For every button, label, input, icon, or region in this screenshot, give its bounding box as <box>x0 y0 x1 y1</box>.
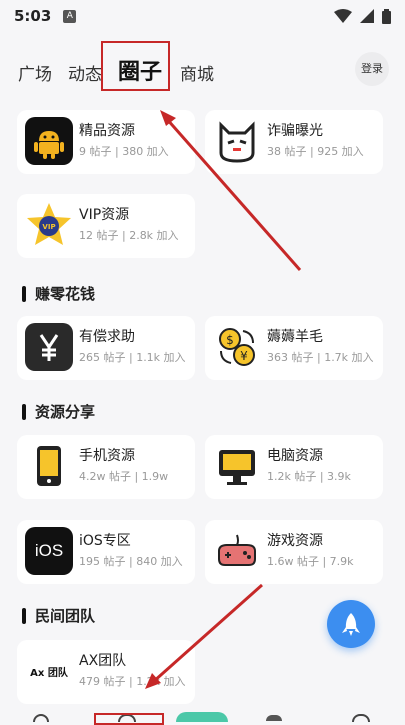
circle-card-freebies[interactable]: $ ¥ 薅薅羊毛 363 帖子 | 1.7k 加入 <box>205 316 383 380</box>
section-heading: 资源分享 <box>22 401 95 422</box>
battery-icon <box>382 8 391 24</box>
ios-icon: iOS <box>25 527 73 575</box>
circle-card-vip[interactable]: VIP VIP资源 12 帖子 | 2.8k 加入 <box>17 194 195 258</box>
ax-team-logo-text: Ax 团队 <box>30 667 68 679</box>
status-icons <box>334 8 391 24</box>
status-time: 5:03 <box>14 7 52 25</box>
circle-name: VIP资源 <box>79 207 130 223</box>
monitor-icon <box>213 442 261 490</box>
circle-stats: 4.2w 帖子 | 1.9w <box>79 470 169 483</box>
circle-card-ax-team[interactable]: Ax 团队 AX团队 479 帖子 | 1.2k 加入 <box>17 640 195 704</box>
section-accent-bar <box>22 607 26 624</box>
annotation-highlight-box-bottom <box>94 713 164 725</box>
circle-card-ios-zone[interactable]: iOS iOS专区 195 帖子 | 840 加入 <box>17 520 195 584</box>
top-tab-bar: 广场 动态 圈子 商城 登录 <box>0 42 405 98</box>
vip-star-icon: VIP <box>25 201 73 249</box>
circle-card-paid-help[interactable]: 有偿求助 265 帖子 | 1.1k 加入 <box>17 316 195 380</box>
circle-name: 电脑资源 <box>267 448 323 464</box>
circle-stats: 38 帖子 | 925 加入 <box>267 145 364 158</box>
notification-icon: A <box>63 9 77 23</box>
circle-name: 手机资源 <box>79 448 135 464</box>
circle-name: iOS专区 <box>79 533 131 549</box>
circle-name: 精品资源 <box>79 123 135 139</box>
circle-card-premium[interactable]: 精品资源 9 帖子 | 380 加入 <box>17 110 195 174</box>
svg-text:$: $ <box>226 333 234 347</box>
bottom-nav-center-button[interactable] <box>176 712 228 722</box>
circle-stats: 195 帖子 | 840 加入 <box>79 555 183 568</box>
bottom-nav-item[interactable] <box>266 715 282 721</box>
bottom-nav-item[interactable] <box>352 714 370 722</box>
currency-exchange-icon: $ ¥ <box>213 323 261 371</box>
signal-icon <box>360 9 374 23</box>
status-bar: 5:03 A <box>0 0 405 32</box>
login-button[interactable]: 登录 <box>355 52 389 86</box>
ios-icon-text: iOS <box>34 541 64 560</box>
section-title: 赚零花钱 <box>35 285 96 303</box>
wifi-icon <box>334 9 352 23</box>
ax-team-logo: Ax 团队 <box>25 647 73 695</box>
circle-card-pc-resources[interactable]: 电脑资源 1.2k 帖子 | 3.9k <box>205 435 383 499</box>
circle-name: 诈骗曝光 <box>267 123 323 139</box>
circle-card-mobile-resources[interactable]: 手机资源 4.2w 帖子 | 1.9w <box>17 435 195 499</box>
phone-icon <box>25 442 73 490</box>
android-icon <box>25 117 73 165</box>
circle-stats: 265 帖子 | 1.1k 加入 <box>79 351 186 364</box>
circle-stats: 1.2k 帖子 | 3.9k <box>267 470 351 483</box>
circle-stats: 363 帖子 | 1.7k 加入 <box>267 351 374 364</box>
section-accent-bar <box>22 403 26 420</box>
section-title: 民间团队 <box>35 607 96 625</box>
circle-name: 薅薅羊毛 <box>267 329 323 345</box>
circle-name: 有偿求助 <box>79 329 135 345</box>
circle-name: 游戏资源 <box>267 533 323 549</box>
annotation-highlight-box <box>101 41 170 91</box>
circle-stats: 1.6w 帖子 | 7.9k <box>267 555 354 568</box>
bottom-nav-bar <box>0 712 405 722</box>
svg-text:¥: ¥ <box>240 349 248 363</box>
section-heading: 民间团队 <box>22 605 95 626</box>
circle-stats: 12 帖子 | 2.8k 加入 <box>79 229 179 242</box>
tab-square[interactable]: 广场 <box>18 60 52 85</box>
circle-name: AX团队 <box>79 653 127 669</box>
rocket-fab-button[interactable] <box>327 600 375 648</box>
tab-feed[interactable]: 动态 <box>68 60 102 85</box>
bottom-nav-item[interactable] <box>33 714 49 722</box>
section-title: 资源分享 <box>35 403 96 421</box>
gamepad-icon <box>213 527 261 575</box>
svg-text:VIP: VIP <box>42 223 55 231</box>
ghost-mask-icon <box>213 117 261 165</box>
tab-mall[interactable]: 商城 <box>180 60 214 85</box>
circle-stats: 9 帖子 | 380 加入 <box>79 145 169 158</box>
circle-card-scam-exposure[interactable]: 诈骗曝光 38 帖子 | 925 加入 <box>205 110 383 174</box>
yen-icon <box>25 323 73 371</box>
section-accent-bar <box>22 285 26 302</box>
circle-stats: 479 帖子 | 1.2k 加入 <box>79 675 186 688</box>
section-heading: 赚零花钱 <box>22 283 95 304</box>
circle-card-game-resources[interactable]: 游戏资源 1.6w 帖子 | 7.9k <box>205 520 383 584</box>
rocket-icon <box>342 613 360 636</box>
